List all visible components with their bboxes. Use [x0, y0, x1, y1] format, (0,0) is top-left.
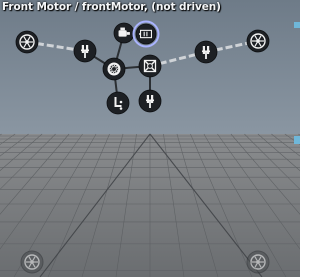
node-driveshaft-rear[interactable] — [106, 91, 130, 115]
node-shock-center[interactable] — [138, 89, 162, 113]
vehicle-viewport[interactable]: Front Motor / frontMotor, (not driven) — [0, 0, 300, 277]
node-front-motor[interactable] — [113, 22, 135, 44]
node-wheel-rear-right[interactable] — [246, 250, 270, 274]
differential-icon — [107, 62, 121, 76]
component-graph — [15, 20, 270, 274]
node-differential[interactable] — [102, 57, 126, 81]
graph-nodes — [15, 20, 270, 274]
node-shock-front-left[interactable] — [73, 39, 97, 63]
node-wheel-front-left[interactable] — [15, 30, 39, 54]
node-shock-front-right[interactable] — [194, 40, 218, 64]
node-front-motor-socket[interactable] — [132, 20, 160, 48]
node-wheel-rear-left[interactable] — [20, 250, 44, 274]
node-wheel-front-right[interactable] — [246, 29, 270, 53]
node-gearbox[interactable] — [138, 54, 162, 78]
